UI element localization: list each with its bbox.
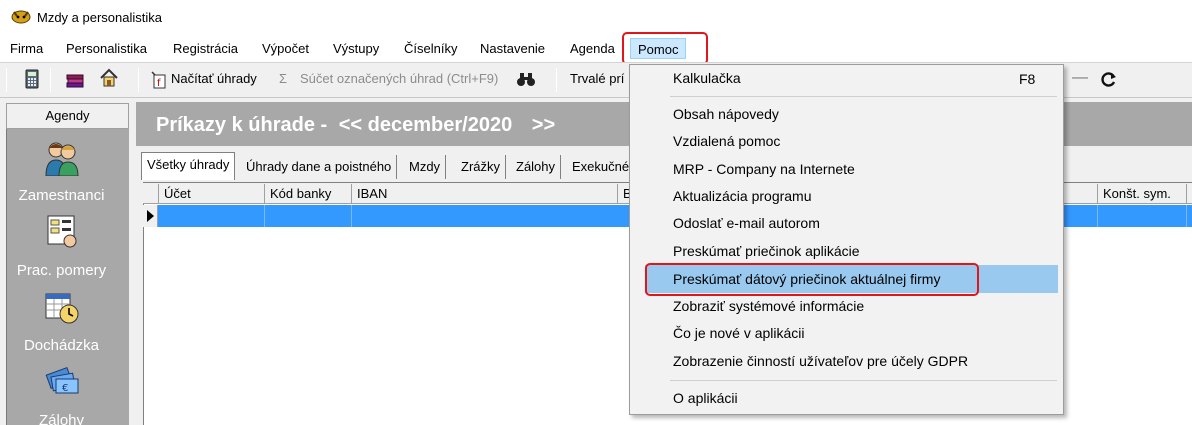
cell-divider bbox=[264, 205, 265, 227]
advances-icon[interactable]: € bbox=[42, 365, 82, 401]
menu-item-kalkulacka[interactable]: Kalkulačka bbox=[673, 70, 741, 86]
cell-divider bbox=[351, 205, 352, 227]
cell-divider bbox=[1097, 205, 1098, 227]
attendance-icon[interactable] bbox=[42, 290, 82, 326]
load-payments-icon: f bbox=[151, 71, 166, 89]
menu-separator bbox=[670, 96, 1057, 97]
prev-period-button[interactable]: << bbox=[339, 114, 362, 136]
title-bar: Mzdy a personalistika bbox=[0, 0, 1192, 34]
sum-selected-button[interactable]: Súčet označených úhrad (Ctrl+F9) bbox=[300, 68, 498, 92]
tab-exekucne[interactable]: Exekučné bbox=[567, 155, 634, 179]
menu-vypocet[interactable]: Výpočet bbox=[262, 41, 309, 56]
menu-nastavenie[interactable]: Nastavenie bbox=[480, 41, 545, 56]
employees-icon[interactable] bbox=[42, 140, 82, 176]
menu-agenda[interactable]: Agenda bbox=[570, 41, 615, 56]
selected-item-highlight-frame bbox=[645, 263, 979, 296]
grid-corner bbox=[143, 184, 158, 204]
column-ucet[interactable]: Účet bbox=[158, 184, 264, 204]
menu-item-mrp-company[interactable]: MRP - Company na Internete bbox=[673, 161, 855, 177]
page-title: Príkazy k úhrade - << december/2020 >> bbox=[156, 114, 555, 137]
current-row-arrow-icon bbox=[147, 210, 154, 222]
menu-item-gdpr[interactable]: Zobrazenie činností užívateľov pre účely… bbox=[673, 353, 968, 369]
menu-item-odoslat-email[interactable]: Odoslať e-mail autorom bbox=[673, 215, 820, 231]
menu-item-priecinok-aplikacie[interactable]: Preskúmať priečinok aplikácie bbox=[673, 243, 860, 259]
menu-item-o-aplikacii[interactable]: O aplikácii bbox=[673, 390, 738, 406]
menu-vystupy[interactable]: Výstupy bbox=[333, 41, 379, 56]
app-logo-icon bbox=[11, 10, 31, 24]
menu-item-systemove-informacie[interactable]: Zobraziť systémové informácie bbox=[673, 298, 864, 314]
column-kod-banky[interactable]: Kód banky bbox=[264, 184, 351, 204]
load-payments-button[interactable]: Načítať úhrady bbox=[171, 68, 257, 92]
toolbar-separator bbox=[50, 68, 51, 92]
home-icon[interactable] bbox=[99, 68, 119, 88]
calculator-icon[interactable] bbox=[22, 69, 42, 89]
column-s[interactable]: Š bbox=[1186, 184, 1192, 204]
next-period-button[interactable]: >> bbox=[532, 114, 555, 136]
agenda-prac-pomery[interactable]: Prac. pomery bbox=[0, 262, 123, 279]
menu-separator bbox=[670, 380, 1057, 381]
cell-divider bbox=[1186, 205, 1187, 227]
toolbar-separator bbox=[556, 68, 557, 92]
kalkulacka-shortcut: F8 bbox=[1019, 71, 1036, 87]
tab-zalohy[interactable]: Zálohy bbox=[511, 155, 562, 179]
work-contracts-icon[interactable] bbox=[42, 214, 82, 250]
menu-item-co-je-nove[interactable]: Čo je nové v aplikácii bbox=[673, 325, 805, 341]
column-iban[interactable]: IBAN bbox=[351, 184, 617, 204]
toolbar-separator bbox=[138, 68, 139, 92]
column-b[interactable]: B bbox=[617, 184, 629, 204]
menu-personalistika[interactable]: Personalistika bbox=[66, 41, 147, 56]
tab-mzdy[interactable]: Mzdy bbox=[404, 155, 447, 179]
binoculars-icon[interactable] bbox=[516, 69, 536, 89]
tab-zrazky[interactable]: Zrážky bbox=[456, 155, 506, 179]
toolbar-grip bbox=[6, 68, 7, 92]
window-title: Mzdy a personalistika bbox=[37, 10, 162, 25]
menu-item-aktualizacia[interactable]: Aktualizácia programu bbox=[673, 188, 812, 204]
menu-bar: Firma Personalistika Registrácia Výpočet… bbox=[0, 34, 1192, 62]
column-konst-sym[interactable]: Konšt. sym. bbox=[1097, 184, 1186, 204]
period-label: december/2020 bbox=[367, 114, 513, 136]
menu-registracia[interactable]: Registrácia bbox=[173, 41, 238, 56]
minus-icon[interactable]: — bbox=[1072, 67, 1088, 91]
tab-vsetky-uhrady[interactable]: Všetky úhrady bbox=[141, 152, 236, 180]
agendy-header: Agendy bbox=[6, 103, 129, 129]
refresh-icon[interactable] bbox=[1099, 69, 1119, 89]
menu-ciselniky[interactable]: Číselníky bbox=[404, 41, 457, 56]
svg-text:€: € bbox=[62, 383, 68, 394]
tab-uhrady-dane[interactable]: Úhrady dane a poistného bbox=[241, 155, 398, 179]
books-icon[interactable] bbox=[65, 69, 85, 89]
sum-selected-icon: Σ bbox=[279, 71, 288, 86]
standing-orders-button[interactable]: Trvalé prí bbox=[570, 68, 624, 92]
menu-item-vzdialena-pomoc[interactable]: Vzdialená pomoc bbox=[673, 133, 780, 149]
agenda-zalohy[interactable]: Zálohy bbox=[0, 412, 123, 425]
pomoc-highlight-frame bbox=[622, 32, 708, 65]
menu-item-obsah-napovedy[interactable]: Obsah nápovedy bbox=[673, 106, 779, 122]
menu-firma[interactable]: Firma bbox=[10, 41, 43, 56]
svg-text:f: f bbox=[157, 78, 161, 89]
page-title-text: Príkazy k úhrade - bbox=[156, 114, 328, 136]
agenda-dochadzka[interactable]: Dochádzka bbox=[0, 337, 123, 354]
agenda-zamestnanci[interactable]: Zamestnanci bbox=[0, 187, 123, 204]
